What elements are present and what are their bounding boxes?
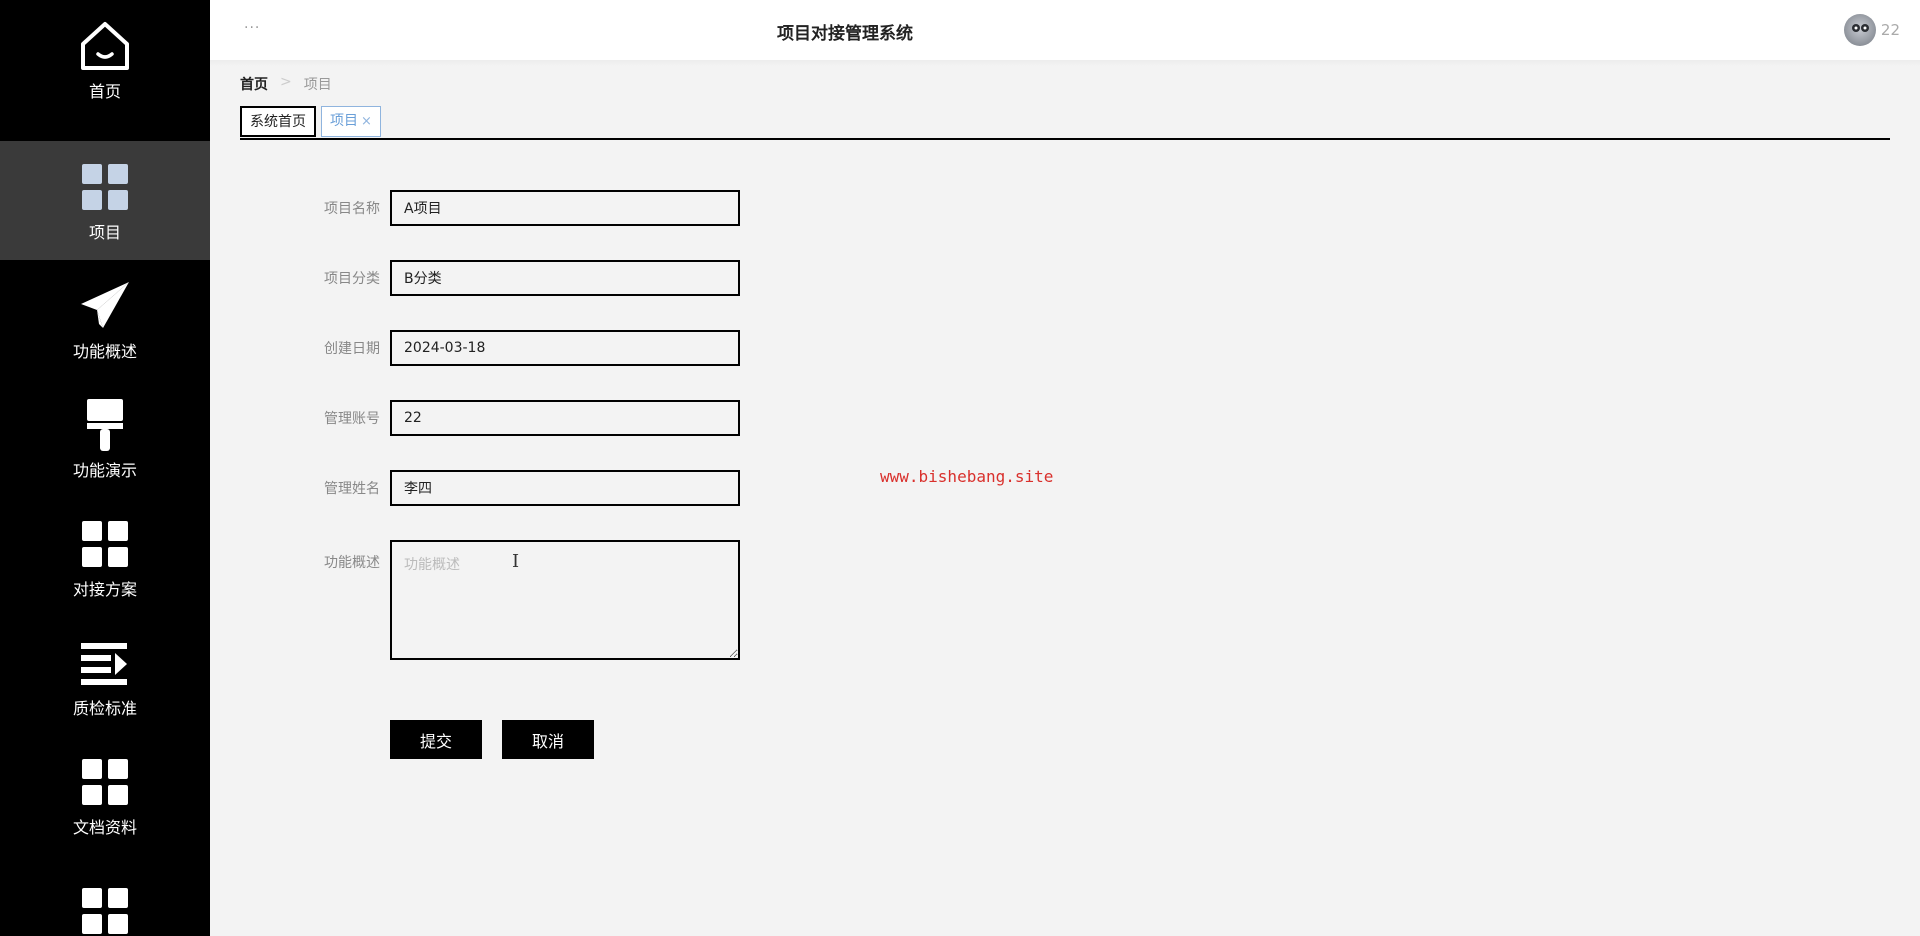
manager-account-input[interactable] (390, 400, 740, 436)
cancel-button[interactable]: 取消 (502, 720, 594, 759)
manager-name-label: 管理姓名 (324, 481, 380, 497)
manager-account-label: 管理账号 (324, 411, 380, 427)
created-date-input[interactable] (390, 330, 740, 366)
sidebar-item-overview[interactable]: 功能概述 (0, 260, 210, 379)
sidebar: 首页 项目 功能概述 功能演示 对接方案 质检标准 文档资料 (0, 0, 210, 936)
list-arrow-icon (77, 635, 133, 691)
grid-icon (77, 883, 133, 936)
sidebar-item-demo[interactable]: 功能演示 (0, 379, 210, 498)
sidebar-item-more[interactable] (0, 855, 210, 936)
brush-icon (77, 397, 133, 453)
project-category-label: 项目分类 (324, 271, 380, 287)
tab-system-home[interactable]: 系统首页 (240, 106, 316, 137)
form-row-date: 创建日期 (300, 330, 740, 366)
sidebar-item-label: 对接方案 (72, 579, 137, 599)
sidebar-item-label: 首页 (88, 81, 121, 101)
grid-icon (77, 516, 133, 572)
breadcrumb-current: 项目 (303, 77, 332, 93)
manager-name-input[interactable] (390, 470, 740, 506)
username[interactable]: 22 (1881, 21, 1900, 39)
text-cursor-icon: I (512, 551, 520, 572)
form-row-desc: 功能概述 (300, 540, 740, 660)
project-name-label: 项目名称 (324, 201, 380, 217)
sidebar-item-home[interactable]: 首页 (0, 0, 210, 119)
sidebar-item-qc[interactable]: 质检标准 (0, 617, 210, 736)
form-row-name: 项目名称 (300, 190, 740, 226)
tab-label: 系统首页 (250, 114, 306, 130)
description-label: 功能概述 (324, 555, 380, 571)
sidebar-item-project[interactable]: 项目 (0, 141, 210, 260)
form-row-category: 项目分类 (300, 260, 740, 296)
form-row-manager: 管理姓名 (300, 470, 740, 506)
topbar: ··· 项目对接管理系统 22 (210, 0, 1920, 60)
tab-label: 项目 (330, 113, 358, 129)
sidebar-item-label: 功能概述 (72, 341, 137, 361)
submit-button[interactable]: 提交 (390, 720, 482, 759)
breadcrumb-home[interactable]: 首页 (240, 74, 268, 94)
app-title: 项目对接管理系统 (777, 24, 913, 44)
tab-project[interactable]: 项目 × (321, 106, 381, 137)
created-date-label: 创建日期 (324, 341, 380, 357)
sidebar-item-solution[interactable]: 对接方案 (0, 498, 210, 617)
description-textarea[interactable] (390, 540, 740, 660)
form-row-account: 管理账号 (300, 400, 740, 436)
sidebar-item-label: 质检标准 (72, 698, 137, 718)
project-category-input[interactable] (390, 260, 740, 296)
paper-plane-icon (77, 278, 133, 334)
grid-icon (77, 754, 133, 810)
sidebar-item-label: 项目 (88, 222, 121, 242)
close-icon[interactable]: × (361, 114, 372, 129)
sidebar-item-label: 功能演示 (72, 460, 137, 480)
grid-icon (77, 159, 133, 215)
sidebar-item-docs[interactable]: 文档资料 (0, 736, 210, 855)
home-icon (77, 18, 133, 74)
avatar[interactable] (1844, 14, 1876, 46)
tab-bar: 系统首页 项目 × (240, 106, 1890, 140)
topbar-shadow (210, 60, 1920, 66)
watermark: www.bishebang.site (880, 467, 1054, 486)
project-name-input[interactable] (390, 190, 740, 226)
breadcrumb-separator: > (280, 74, 292, 90)
breadcrumb: 首页 > 项目 (240, 74, 332, 94)
sidebar-item-label: 文档资料 (72, 817, 137, 837)
